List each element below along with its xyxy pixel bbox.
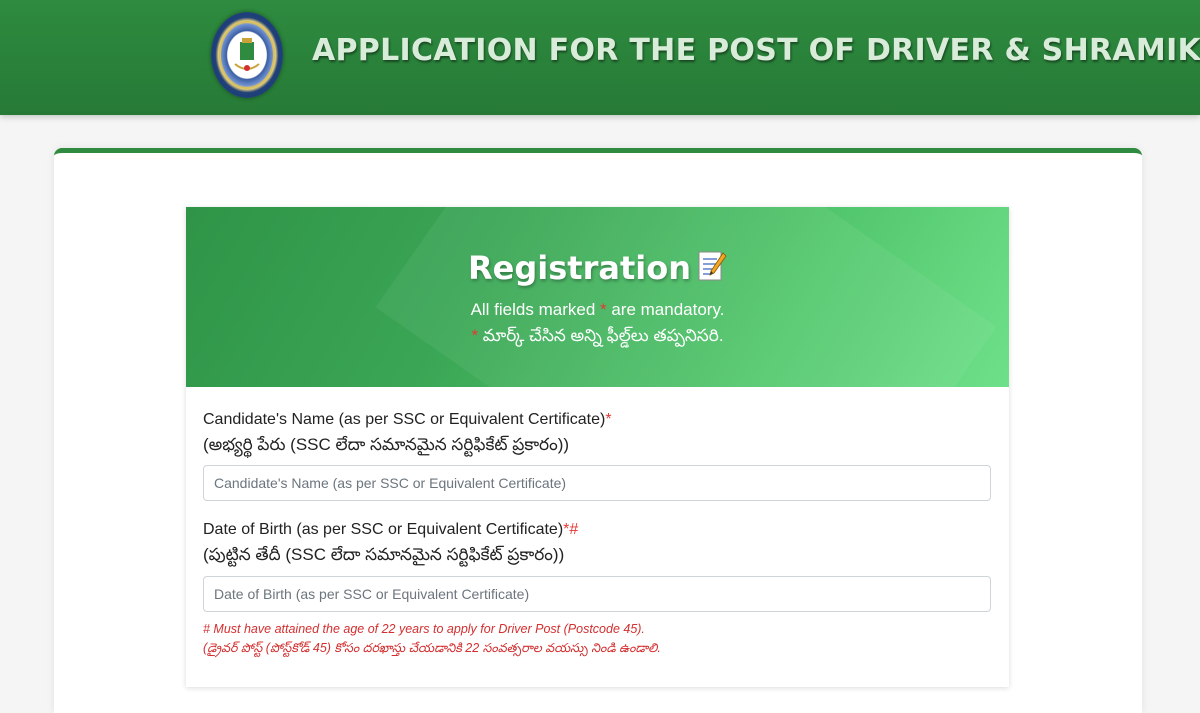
registration-banner: Registration All fields marked * are man… xyxy=(186,207,1009,387)
memo-icon xyxy=(697,249,727,283)
name-label-te: (అభ్యర్థి పేరు (SSC లేదా సమానమైన సర్టిఫి… xyxy=(203,435,570,454)
logo-icon xyxy=(211,12,283,98)
date-of-birth-input[interactable] xyxy=(203,576,991,612)
age-requirement-note: # Must have attained the age of 22 years… xyxy=(203,622,645,636)
dob-label-te: (పుట్టిన తేదీ (SSC లేదా సమానమైన సర్టిఫిక… xyxy=(203,545,565,564)
mandatory-note: All fields marked * are mandatory. xyxy=(470,300,725,319)
mandatory-note-te: * మార్క్ చేసిన అన్ని ఫీల్డ్‌లు తప్పనిసరి… xyxy=(471,326,724,345)
registration-form: Registration All fields marked * are man… xyxy=(186,207,1009,687)
name-label: Candidate's Name (as per SSC or Equivale… xyxy=(203,411,612,428)
age-requirement-note-te: (డ్రైవర్ పోస్ట్ (పోస్ట్‌కోడ్ 45) కోసం దర… xyxy=(203,641,661,655)
registration-title: Registration xyxy=(186,249,1009,287)
page-title: APPLICATION FOR THE POST OF DRIVER & SHR… xyxy=(312,33,1200,68)
dob-label: Date of Birth (as per SSC or Equivalent … xyxy=(203,521,579,538)
candidate-name-input[interactable] xyxy=(203,465,991,501)
page-header: APPLICATION FOR THE POST OF DRIVER & SHR… xyxy=(0,0,1200,115)
